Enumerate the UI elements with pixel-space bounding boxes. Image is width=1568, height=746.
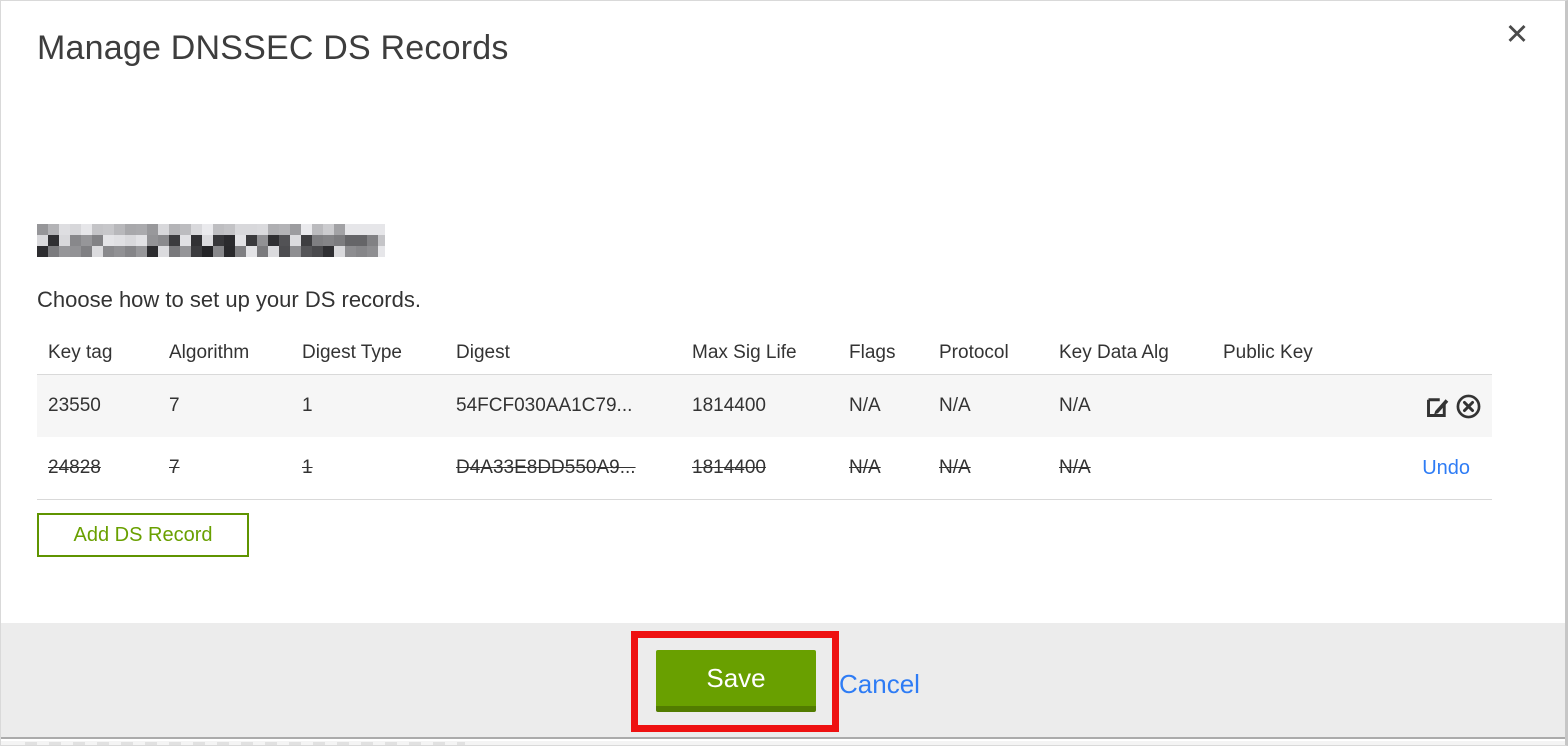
page-title: Manage DNSSEC DS Records	[37, 29, 509, 67]
cell-max-sig-life: 1814400	[692, 457, 766, 478]
cell-digest-type: 1	[302, 457, 313, 478]
delete-icon[interactable]	[1454, 392, 1482, 420]
cell-key-tag: 23550	[48, 395, 101, 416]
table-row-deleted: 24828 7 1 D4A33E8DD550A9... 1814400 N/A …	[37, 437, 1492, 500]
cell-flags: N/A	[849, 395, 881, 416]
edit-icon[interactable]	[1423, 392, 1451, 420]
row-actions: Undo	[1342, 457, 1492, 480]
column-header-flags: Flags	[849, 341, 896, 363]
instruction-text: Choose how to set up your DS records.	[37, 287, 421, 312]
dnssec-dialog: Manage DNSSEC DS Records ✕ Choose how to…	[0, 0, 1568, 746]
cell-digest-type: 1	[302, 395, 313, 416]
column-header-protocol: Protocol	[939, 341, 1009, 363]
cell-algorithm: 7	[169, 395, 180, 416]
redacted-domain-name	[37, 224, 385, 258]
cancel-link[interactable]: Cancel	[839, 669, 920, 700]
close-icon[interactable]: ✕	[1499, 17, 1535, 53]
table-header-row: Key tag Algorithm Digest Type Digest Max…	[37, 331, 1492, 375]
cell-protocol: N/A	[939, 457, 971, 478]
cell-digest: 54FCF030AA1C79...	[456, 395, 633, 416]
cell-key-tag: 24828	[48, 457, 101, 478]
column-header-digest-type: Digest Type	[302, 341, 402, 363]
add-ds-record-button[interactable]: Add DS Record	[37, 513, 249, 557]
table-row: 23550 7 1 54FCF030AA1C79... 1814400 N/A …	[37, 375, 1492, 437]
cell-max-sig-life: 1814400	[692, 395, 766, 416]
cell-flags: N/A	[849, 457, 881, 478]
column-header-key-tag: Key tag	[48, 341, 113, 363]
undo-link[interactable]: Undo	[1422, 457, 1482, 480]
cell-algorithm: 7	[169, 457, 180, 478]
column-header-digest: Digest	[456, 341, 510, 363]
save-button[interactable]: Save	[656, 650, 816, 712]
cell-protocol: N/A	[939, 395, 971, 416]
cell-key-data-alg: N/A	[1059, 457, 1091, 478]
cell-digest: D4A33E8DD550A9...	[456, 457, 636, 478]
row-actions	[1342, 392, 1492, 420]
column-header-key-data-alg: Key Data Alg	[1059, 341, 1169, 363]
column-header-public-key: Public Key	[1223, 341, 1313, 363]
ds-records-table: Key tag Algorithm Digest Type Digest Max…	[37, 331, 1492, 500]
column-header-algorithm: Algorithm	[169, 341, 250, 363]
column-header-max-sig-life: Max Sig Life	[692, 341, 797, 363]
cell-key-data-alg: N/A	[1059, 395, 1091, 416]
background-page-sliver	[1, 741, 1565, 745]
